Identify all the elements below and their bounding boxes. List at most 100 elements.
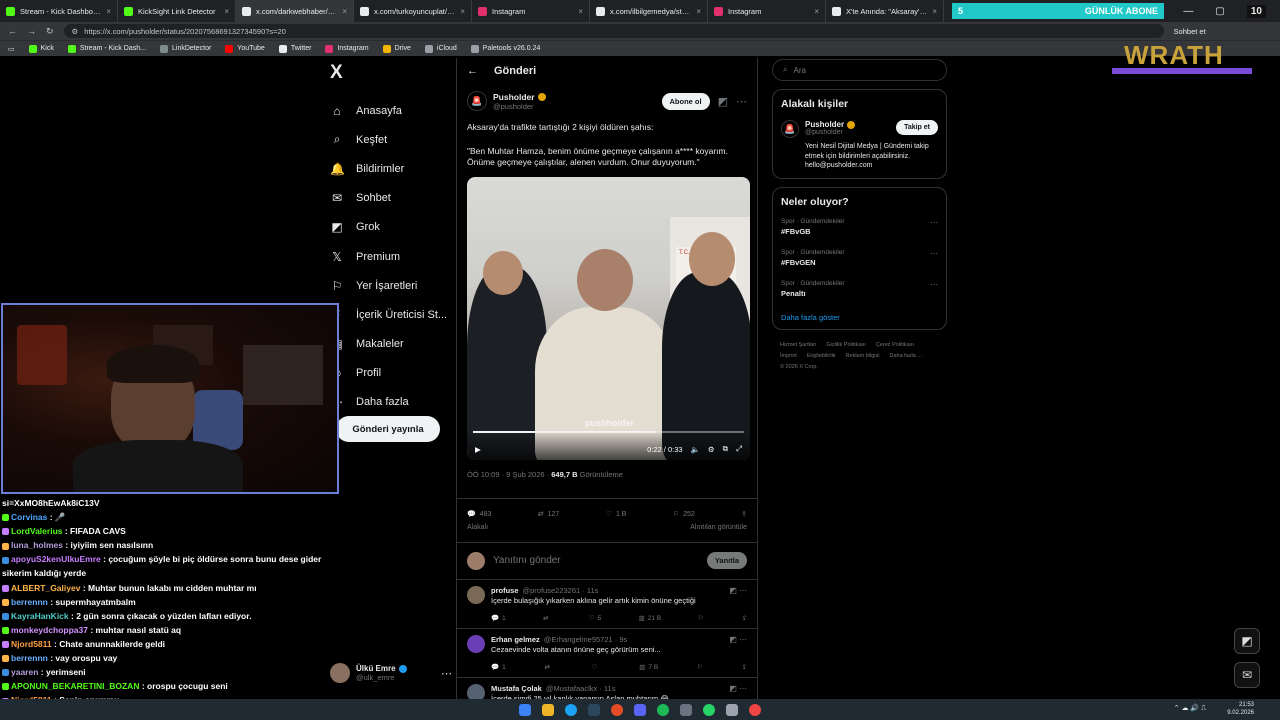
footer-link[interactable]: Reklam bilgisi (846, 353, 880, 359)
reply-more-icon[interactable]: ◩ ⋯ (729, 586, 747, 595)
nav-item-x[interactable]: 𝕏 Premium (322, 242, 452, 271)
author-avatar[interactable]: 🚨 (467, 91, 487, 111)
profile-chip[interactable]: Sohbet et (1174, 27, 1206, 36)
reload-icon[interactable]: ↻ (46, 26, 54, 37)
chat-username[interactable]: Corvinas (11, 512, 47, 522)
fullscreen-icon[interactable]: ⤢ (736, 444, 742, 454)
maximize-button[interactable]: ▢ (1215, 6, 1224, 17)
post-more-icon[interactable]: ⋯ (736, 95, 747, 108)
trend-item[interactable]: Spor · Gündemdekiler #FBvGB ⋯ (781, 218, 938, 249)
footer-link[interactable]: Daha fazla ... (889, 353, 921, 359)
trend-more-icon[interactable]: ⋯ (930, 280, 938, 289)
browser-tab[interactable]: Instagram × (472, 0, 590, 22)
views-action[interactable]: ▥ 21 B (639, 614, 662, 622)
chat-username[interactable]: yaaren (11, 667, 38, 677)
tab-close-icon[interactable]: × (814, 7, 819, 16)
browser-tab[interactable]: Instagram × (708, 0, 826, 22)
tab-close-icon[interactable]: × (578, 7, 583, 16)
bookmark-item[interactable]: Instagram (325, 44, 369, 53)
footer-link[interactable]: Erişilebilirlik (807, 353, 836, 359)
nav-item-bookmark[interactable]: ⚐ Yer İşaretleri (322, 271, 452, 300)
nav-item-chat[interactable]: ✉ Sohbet (322, 184, 452, 213)
account-more-icon[interactable]: ⋯ (441, 667, 452, 680)
subscribe-button[interactable]: Abone ol (661, 92, 710, 110)
reply-item[interactable]: profuse @profuse223261 · 11s İçerde bulaşı… (457, 580, 757, 629)
chat-username[interactable]: berrennn (11, 597, 48, 607)
nav-item-grok[interactable]: ◩ Grok (322, 213, 452, 242)
steam-icon[interactable] (588, 703, 600, 716)
repost-action[interactable]: ⇄ (544, 663, 552, 671)
share-icon[interactable]: ⇪ (742, 663, 747, 671)
forward-icon[interactable]: → (27, 26, 36, 36)
grok-float-button[interactable]: ◩ (1234, 628, 1260, 654)
reply-avatar[interactable] (467, 585, 485, 604)
nav-item-profile[interactable]: ☺Profil (322, 359, 452, 388)
reply-button[interactable]: Yanıtla (706, 552, 747, 569)
chat-username[interactable]: Njord5811 (11, 639, 52, 649)
settings-icon[interactable]: ⚙ (708, 445, 715, 454)
pip-icon[interactable]: ⧉ (723, 444, 728, 454)
reply-author[interactable]: Mustafa Çolak (491, 684, 542, 693)
footer-link[interactable]: Hizmet Şartları (780, 342, 816, 348)
tab-close-icon[interactable]: × (342, 7, 347, 16)
browser-tab[interactable]: x.com/turkoyuncuplat/status/202 × (354, 0, 472, 22)
chat-username[interactable]: LordValerius (11, 526, 63, 536)
bookmark-item[interactable]: Drive (382, 44, 411, 53)
like-action[interactable]: ♡ 1 B (606, 510, 627, 519)
tab-close-icon[interactable]: × (106, 7, 111, 16)
chat-username[interactable]: ALBERT_Galiyev (11, 583, 80, 593)
chrome-icon[interactable] (749, 703, 761, 716)
bookmark-item[interactable]: Twitter (278, 44, 311, 53)
bookmark-icon[interactable]: ⚐ (697, 663, 703, 671)
reply-input[interactable]: Yanıtını gönder (493, 555, 699, 566)
tab-close-icon[interactable]: × (932, 7, 937, 16)
play-icon[interactable]: ▶ (475, 445, 481, 454)
views-action[interactable]: ▥ 7 B (639, 663, 658, 671)
bookmark-item[interactable]: iCloud (424, 44, 457, 53)
browser-tab[interactable]: KickSight Link Detector × (118, 0, 236, 22)
nav-item-article[interactable]: ▤Makaleler (322, 330, 452, 359)
discord-icon[interactable] (634, 703, 646, 716)
browser-tab[interactable]: Stream - Kick Dashboard × (0, 0, 118, 22)
author-name[interactable]: Pusholder (493, 92, 535, 102)
reply-action[interactable]: 💬 1 (491, 614, 506, 622)
share-action[interactable]: ⇪ (741, 510, 747, 518)
share-icon[interactable]: ⇪ (742, 614, 747, 622)
whatsapp-icon[interactable] (703, 703, 715, 716)
post-video[interactable]: T.C. SAĞLIK BA pushholder ▶ 0:22 / 0:33 … (467, 176, 750, 460)
system-tray[interactable]: ⌃ ☁ 🔊 ⎍ (1174, 704, 1206, 713)
explorer-icon[interactable] (542, 703, 554, 716)
footer-link[interactable]: © 2026 X Corp. (780, 364, 818, 370)
search-input[interactable]: ⌕ Ara (772, 59, 947, 81)
tab-close-icon[interactable]: × (224, 7, 229, 16)
nav-item-home[interactable]: ⌂ Anasayfa (322, 96, 452, 125)
footer-link[interactable]: İmprint (780, 353, 797, 359)
mute-icon[interactable]: 🔈 (691, 445, 700, 454)
bookmark-item[interactable]: LinkDetector (160, 44, 211, 53)
chat-username[interactable]: berrennn (11, 653, 48, 663)
browser-tab[interactable]: x.com/darkwebhaber/status/2020 × (236, 0, 354, 22)
reply-author[interactable]: Erhan gelmez (491, 635, 540, 644)
footer-link[interactable]: Çerez Politikası (876, 342, 914, 348)
tab-close-icon[interactable]: × (696, 7, 701, 16)
back-arrow-icon[interactable]: ← (467, 65, 478, 77)
nav-item-bell[interactable]: 🔔 Bildirimler (322, 154, 452, 183)
browser-tab[interactable]: X'te Anında: "Aksaray'da küçük y × (826, 0, 944, 22)
reply-action[interactable]: 💬 483 (467, 510, 491, 519)
heart-action[interactable]: ♡ 5 (589, 614, 601, 622)
browser-tab[interactable]: x.com/ilbilgemedya/status/2020 × (590, 0, 708, 22)
reply-author[interactable]: profuse (491, 586, 519, 595)
bookmark-item[interactable]: Paletools v26.0.24 (470, 44, 540, 53)
nav-item-more[interactable]: ⋯Daha fazla (322, 388, 452, 417)
bookmark-action[interactable]: ⚐ 252 (673, 510, 695, 519)
edge-icon[interactable] (565, 703, 577, 716)
chat-username[interactable]: APONUN_BEKARETINI_BOZAN (11, 681, 139, 691)
footer-link[interactable]: Gizlilik Politikası (826, 342, 865, 348)
settings-icon[interactable] (726, 703, 738, 716)
back-icon[interactable]: ← (8, 26, 17, 36)
chat-username[interactable]: monkeydchoppa37 (11, 625, 88, 635)
repost-action[interactable]: ⇄ (543, 614, 551, 622)
reply-action[interactable]: 💬 1 (491, 663, 506, 671)
url-input[interactable]: ⚙ https://x.com/pusholder/status/2020756… (63, 24, 1164, 38)
taskbar-clock[interactable]: 21:53 9.02.2026 (1227, 701, 1254, 717)
